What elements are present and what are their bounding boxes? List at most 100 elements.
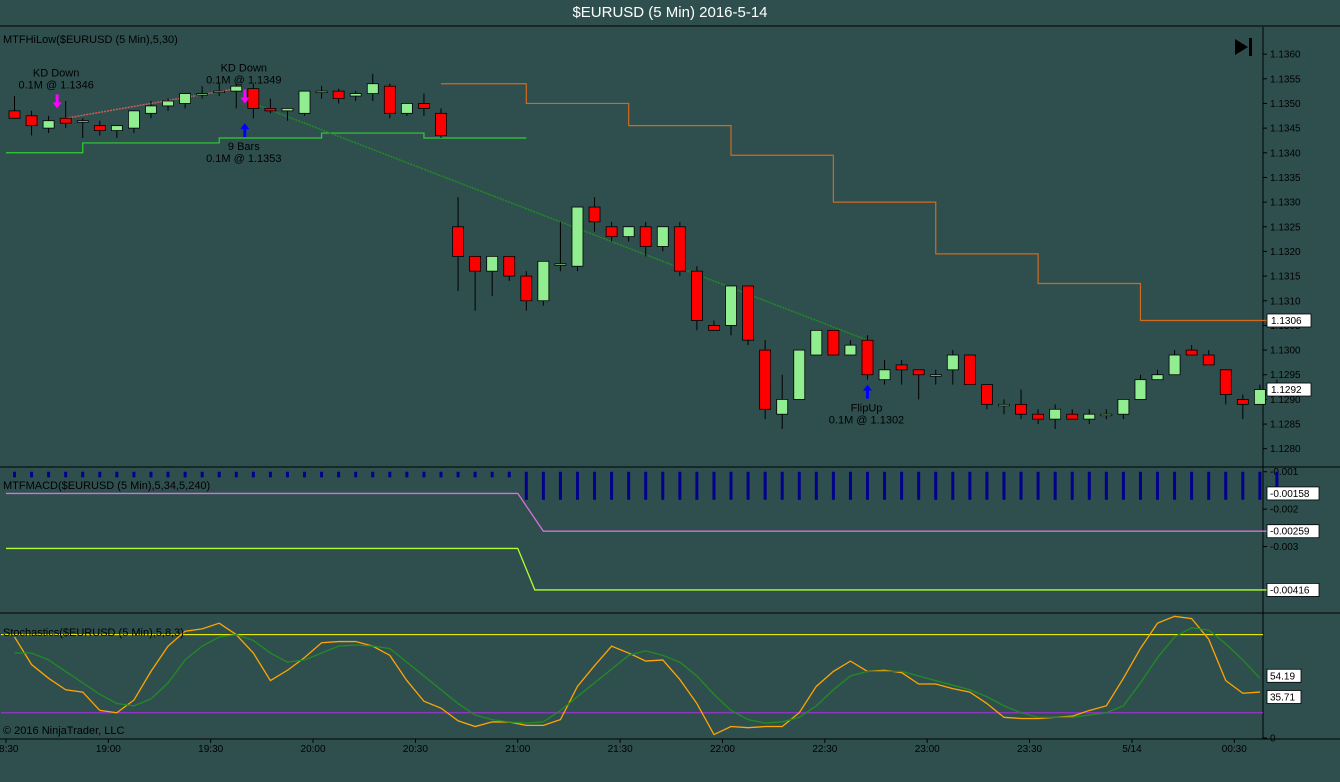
candle-down[interactable] (8, 110, 21, 119)
time-tick-label: 21:00 (505, 744, 530, 755)
candle-up[interactable] (230, 85, 243, 92)
macd-panel-label: MTFMACD($EURUSD (5 Min),5,34,5,240) (3, 480, 210, 492)
macd-histogram-bar (47, 471, 51, 478)
candle-down[interactable] (59, 117, 72, 124)
candle-up[interactable] (162, 100, 174, 107)
candle-down[interactable] (895, 364, 908, 371)
price-tick-label: 1.1345 (1270, 124, 1301, 135)
candle-up[interactable] (1100, 413, 1113, 417)
candle-down[interactable] (691, 270, 703, 321)
candle-down[interactable] (759, 349, 772, 410)
macd-histogram-bar (285, 471, 289, 478)
macd-histogram-bar (1173, 471, 1177, 500)
candle-down[interactable] (912, 369, 925, 376)
macd-histogram-bar (678, 471, 682, 500)
candle-up[interactable] (1168, 354, 1181, 376)
candle-down[interactable] (708, 325, 720, 331)
candle-down[interactable] (520, 275, 533, 302)
chart-canvas[interactable]: 1.12801.12851.12901.12951.13001.13051.13… (0, 0, 1340, 782)
candle-down[interactable] (981, 384, 993, 405)
candle-down[interactable] (383, 85, 396, 114)
candle-down[interactable] (469, 255, 482, 272)
candle-down[interactable] (25, 115, 38, 127)
stoch-tick-label: 0 (1270, 734, 1276, 745)
candle-up[interactable] (42, 120, 55, 129)
macd-histogram-bar (593, 471, 597, 500)
macd-histogram-bar (439, 471, 443, 478)
candle-up[interactable] (179, 93, 192, 104)
candle-up[interactable] (315, 90, 328, 94)
candle-down[interactable] (418, 103, 430, 109)
signal-detail: 0.1M @ 1.1353 (206, 153, 281, 165)
stoch-panel-label: Stochastics($EURUSD (5 Min),5,8,3) (3, 627, 184, 639)
candle-up[interactable] (128, 110, 140, 129)
candle-up[interactable] (793, 349, 806, 400)
candle-up[interactable] (110, 125, 123, 131)
candle-down[interactable] (435, 112, 447, 136)
macd-histogram-bar (524, 471, 528, 500)
macd-value-tag: -0.00259 (1270, 527, 1310, 538)
candle-up[interactable] (1151, 374, 1164, 381)
candle-down[interactable] (93, 125, 106, 131)
candle-up[interactable] (571, 206, 584, 267)
candle-up[interactable] (776, 399, 789, 415)
candle-down[interactable] (827, 329, 840, 356)
candle-up[interactable] (1049, 408, 1062, 420)
candle-up[interactable] (929, 374, 942, 377)
candle-up[interactable] (656, 226, 669, 247)
candle-down[interactable] (1066, 413, 1079, 420)
price-tick-label: 1.1350 (1270, 99, 1301, 110)
candle-up[interactable] (810, 329, 823, 356)
candle-down[interactable] (1236, 399, 1249, 405)
candle-up[interactable] (725, 285, 737, 326)
candle-down[interactable] (1015, 403, 1027, 415)
candle-down[interactable] (588, 206, 601, 223)
candle-down[interactable] (963, 354, 976, 386)
skip-to-end-icon[interactable] (1235, 39, 1248, 55)
candle-down[interactable] (861, 339, 874, 376)
candle-up[interactable] (844, 344, 857, 356)
price-tick-label: 1.1280 (1270, 444, 1301, 455)
stoch-d-line (14, 627, 1261, 724)
candle-down[interactable] (1185, 349, 1198, 356)
candle-up[interactable] (1253, 389, 1266, 405)
candle-down[interactable] (332, 90, 345, 99)
macd-histogram-bar (951, 471, 955, 500)
macd-histogram-bar (371, 471, 375, 478)
time-tick-label: 22:30 (812, 744, 837, 755)
candle-down[interactable] (247, 88, 260, 109)
signal-label: KD Down (221, 62, 267, 74)
macd-histogram-bar (251, 471, 255, 478)
candle-down[interactable] (452, 226, 464, 257)
candle-up[interactable] (349, 93, 362, 97)
candle-up[interactable] (554, 263, 567, 266)
candle-up[interactable] (1117, 399, 1130, 415)
candle-down[interactable] (673, 226, 686, 272)
candle-up[interactable] (298, 90, 311, 114)
candle-down[interactable] (1219, 369, 1232, 395)
candle-down[interactable] (605, 226, 618, 238)
candle-up[interactable] (213, 90, 226, 94)
candle-down[interactable] (1032, 413, 1044, 420)
candle-up[interactable] (1083, 413, 1096, 420)
candle-up[interactable] (486, 255, 499, 272)
candle-up[interactable] (998, 403, 1010, 407)
candle-up[interactable] (1134, 379, 1147, 400)
candle-down[interactable] (639, 226, 652, 247)
candle-up[interactable] (946, 354, 959, 371)
skip-to-end-bar[interactable] (1249, 38, 1252, 56)
candle-up[interactable] (366, 83, 379, 94)
candle-down[interactable] (503, 255, 516, 277)
candle-up[interactable] (878, 369, 891, 381)
candle-up[interactable] (400, 103, 413, 114)
candle-up[interactable] (622, 226, 635, 238)
candle-down[interactable] (1202, 354, 1215, 366)
candle-up[interactable] (537, 260, 550, 302)
candle-down[interactable] (742, 285, 754, 341)
candle-up[interactable] (281, 107, 294, 112)
candle-up[interactable] (76, 120, 89, 123)
candle-up[interactable] (196, 93, 209, 96)
price-tick-label: 1.1285 (1270, 420, 1301, 431)
candle-down[interactable] (264, 107, 277, 112)
candle-up[interactable] (145, 105, 157, 114)
